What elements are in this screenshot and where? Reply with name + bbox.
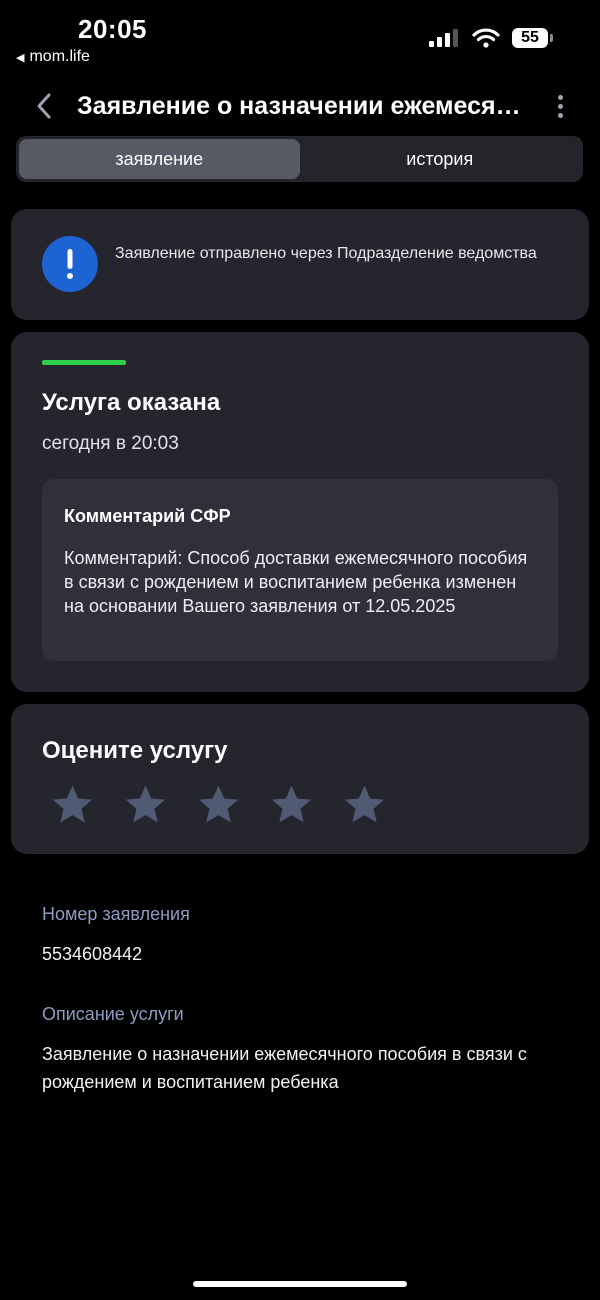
rating-title: Оцените услугу bbox=[42, 737, 228, 764]
back-app-label: mom.life bbox=[29, 48, 90, 65]
comment-title: Комментарий СФР bbox=[64, 506, 231, 526]
application-number-label: Номер заявления bbox=[42, 904, 190, 924]
star-icon[interactable] bbox=[49, 782, 96, 829]
comment-box: Комментарий СФР Комментарий: Способ дост… bbox=[42, 479, 558, 661]
star-icon[interactable] bbox=[268, 782, 315, 829]
application-number-value: 5534608442 bbox=[42, 944, 143, 964]
comment-text: Комментарий: Способ доставки ежемесячног… bbox=[64, 548, 528, 616]
signal-icon bbox=[429, 29, 458, 47]
status-icons: 55 bbox=[428, 28, 553, 48]
star-icon[interactable] bbox=[195, 782, 242, 829]
wifi-icon bbox=[472, 28, 500, 48]
status-title: Услуга оказана bbox=[42, 389, 221, 416]
more-dot bbox=[557, 112, 563, 118]
more-dot bbox=[557, 103, 563, 109]
rating-card: Оцените услугу bbox=[11, 704, 589, 854]
rating-stars bbox=[49, 782, 388, 829]
header: Заявление о назначении ежемесячного посо… bbox=[0, 80, 600, 132]
notice-card: Заявление отправлено через Подразделение… bbox=[11, 209, 589, 320]
exclamation-icon bbox=[42, 236, 98, 292]
back-to-app-link[interactable]: ◀ mom.life bbox=[16, 48, 90, 66]
star-icon[interactable] bbox=[122, 782, 169, 829]
notice-text: Заявление отправлено через Подразделение… bbox=[115, 245, 537, 262]
service-description-value: Заявление о назначении ежемесячного посо… bbox=[42, 1044, 527, 1092]
tab-history[interactable]: история bbox=[300, 139, 581, 179]
star-icon[interactable] bbox=[341, 782, 388, 829]
back-button[interactable] bbox=[28, 90, 60, 122]
more-vertical-icon bbox=[557, 94, 563, 100]
service-description-label: Описание услуги bbox=[42, 1004, 184, 1024]
status-card: Услуга оказана сегодня в 20:03 Комментар… bbox=[11, 332, 589, 692]
more-options-button[interactable] bbox=[548, 90, 572, 122]
status-time-text: сегодня в 20:03 bbox=[42, 433, 179, 454]
chevron-left-icon bbox=[37, 93, 51, 119]
status-accent-bar bbox=[42, 360, 126, 365]
back-triangle-icon: ◀ bbox=[16, 51, 25, 64]
page-title: Заявление о назначении ежемесячного посо… bbox=[77, 92, 522, 120]
home-indicator[interactable] bbox=[193, 1281, 407, 1287]
status-time: 20:05 bbox=[78, 14, 147, 44]
segmented-tabs: заявление история bbox=[16, 136, 583, 182]
tab-application[interactable]: заявление bbox=[19, 139, 300, 179]
battery-indicator: 55 bbox=[512, 28, 553, 48]
status-bar: 20:05 ◀ mom.life 55 bbox=[0, 0, 600, 72]
